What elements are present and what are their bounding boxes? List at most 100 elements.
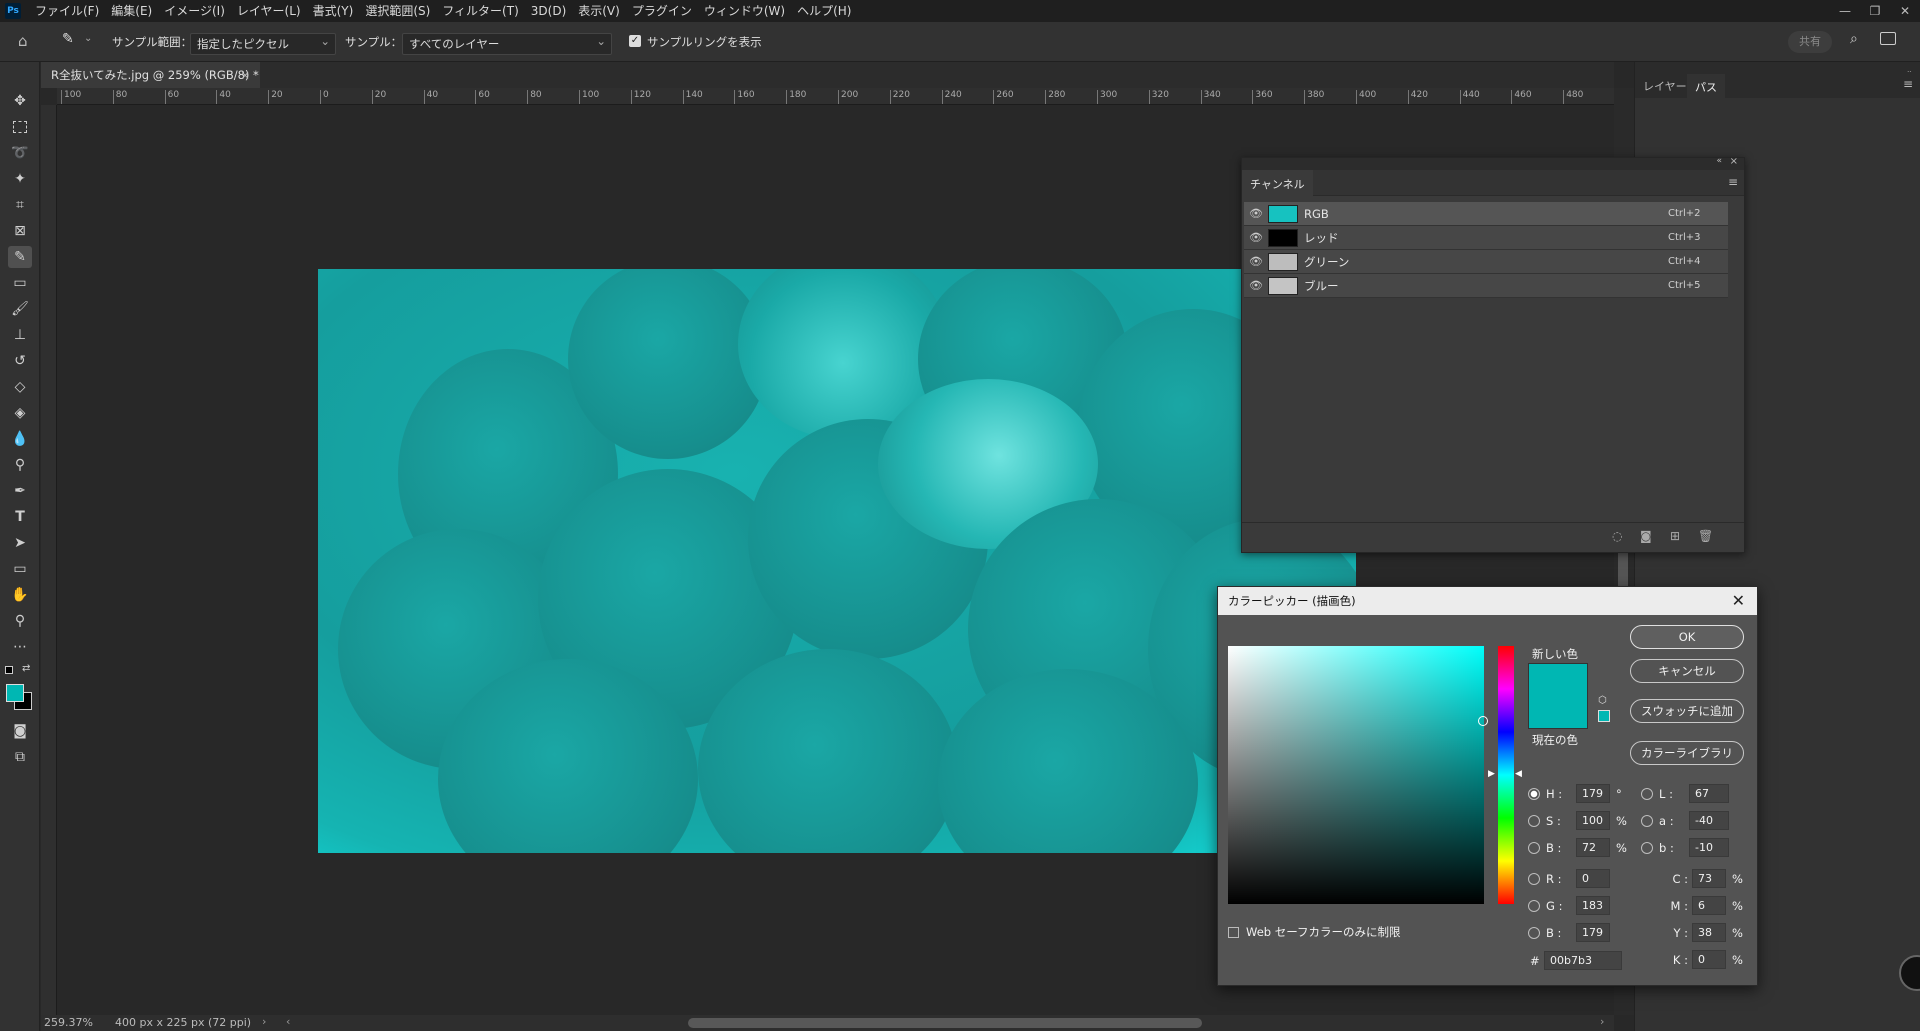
hand-tool-icon[interactable]: ✋ bbox=[8, 584, 32, 606]
radio-l[interactable] bbox=[1641, 787, 1653, 800]
radio-a[interactable] bbox=[1641, 814, 1653, 827]
quick-mask-icon[interactable]: ◙ bbox=[8, 720, 32, 742]
radio-b[interactable] bbox=[1528, 841, 1540, 854]
rectangle-tool-icon[interactable]: ▭ bbox=[8, 558, 32, 580]
saturation-brightness-field[interactable] bbox=[1228, 646, 1488, 904]
frame-tool-icon[interactable]: ⊠ bbox=[8, 220, 32, 242]
menu-window[interactable]: ウィンドウ(W) bbox=[698, 0, 791, 22]
input-k[interactable]: 0 bbox=[1692, 950, 1726, 969]
scroll-right-icon[interactable]: › bbox=[1600, 1015, 1604, 1028]
share-button[interactable]: 共有 bbox=[1788, 31, 1832, 53]
menu-view[interactable]: 表示(V) bbox=[572, 0, 626, 22]
add-to-swatches-button[interactable]: スウォッチに追加 bbox=[1630, 699, 1744, 723]
channel-row-green[interactable]: 👁 グリーン Ctrl+4 bbox=[1244, 250, 1728, 274]
channels-menu-icon[interactable]: ≡ bbox=[1728, 175, 1738, 189]
channel-row-red[interactable]: 👁 レッド Ctrl+3 bbox=[1244, 226, 1728, 250]
scroll-left-icon[interactable]: ‹ bbox=[286, 1015, 290, 1028]
input-hex[interactable]: 00b7b3 bbox=[1544, 951, 1622, 970]
move-tool-icon[interactable]: ✥ bbox=[8, 90, 32, 112]
menu-select[interactable]: 選択範囲(S) bbox=[359, 0, 436, 22]
minimize-icon[interactable]: — bbox=[1830, 0, 1860, 22]
hue-slider-arrow-right-icon[interactable]: ◀ bbox=[1515, 769, 1522, 779]
screen-mode-icon[interactable]: ⧉ bbox=[8, 746, 32, 768]
input-y[interactable]: 38 bbox=[1692, 923, 1726, 942]
delete-channel-icon[interactable]: 🗑 bbox=[1698, 529, 1713, 543]
marquee-tool-icon[interactable] bbox=[8, 116, 32, 138]
menu-help[interactable]: ヘルプ(H) bbox=[791, 0, 857, 22]
new-channel-icon[interactable]: ⊞ bbox=[1670, 529, 1680, 543]
hue-slider[interactable] bbox=[1498, 646, 1514, 904]
menu-type[interactable]: 書式(Y) bbox=[307, 0, 360, 22]
stamp-tool-icon[interactable]: ⊥ bbox=[8, 324, 32, 346]
home-icon[interactable]: ⌂ bbox=[18, 32, 28, 50]
foreground-color-swatch[interactable] bbox=[6, 684, 24, 702]
close-dialog-icon[interactable]: ✕ bbox=[1732, 587, 1745, 615]
close-panel-icon[interactable]: × bbox=[1730, 156, 1738, 167]
crop-tool-icon[interactable]: ⌗ bbox=[8, 194, 32, 216]
document-tab[interactable]: R全抜いてみた.jpg @ 259% (RGB/8) * × bbox=[41, 62, 260, 88]
web-safe-swatch[interactable] bbox=[1598, 710, 1610, 722]
healing-brush-tool-icon[interactable]: ▭ bbox=[8, 272, 32, 294]
tab-layers[interactable]: レイヤー bbox=[1643, 78, 1687, 94]
restore-icon[interactable]: ❐ bbox=[1860, 0, 1890, 22]
channels-panel-titlebar[interactable]: « × bbox=[1242, 156, 1744, 170]
visibility-eye-icon[interactable]: 👁 bbox=[1244, 279, 1268, 292]
collapse-icon[interactable]: « bbox=[1716, 156, 1722, 166]
radio-g[interactable] bbox=[1528, 899, 1540, 912]
visibility-eye-icon[interactable]: 👁 bbox=[1244, 255, 1268, 268]
sample-size-select[interactable]: 指定したピクセル bbox=[190, 31, 336, 55]
channel-row-blue[interactable]: 👁 ブルー Ctrl+5 bbox=[1244, 274, 1728, 298]
radio-s[interactable] bbox=[1528, 814, 1540, 827]
paint-bucket-tool-icon[interactable]: ◈ bbox=[8, 402, 32, 424]
web-safe-checkbox[interactable] bbox=[1228, 926, 1239, 938]
input-g[interactable]: 183 bbox=[1576, 896, 1610, 915]
panel-menu-icon[interactable]: ≡ bbox=[1903, 77, 1913, 91]
menu-file[interactable]: ファイル(F) bbox=[29, 0, 105, 22]
tab-paths[interactable]: パス bbox=[1687, 74, 1725, 98]
input-lab-b[interactable]: -10 bbox=[1689, 838, 1729, 857]
radio-h[interactable] bbox=[1528, 787, 1540, 800]
cancel-button[interactable]: キャンセル bbox=[1630, 659, 1744, 683]
input-s[interactable]: 100 bbox=[1576, 811, 1610, 830]
dialog-title[interactable]: カラーピッカー (描画色) ✕ bbox=[1218, 587, 1757, 615]
input-a[interactable]: -40 bbox=[1689, 811, 1729, 830]
swap-colors-icon[interactable]: ⇄ bbox=[22, 663, 30, 674]
zoom-tool-icon[interactable]: ⚲ bbox=[8, 610, 32, 632]
out-of-gamut-cube-icon[interactable]: ⬡ bbox=[1598, 695, 1607, 706]
color-preview[interactable] bbox=[1528, 663, 1588, 729]
hue-slider-arrow-left-icon[interactable]: ▶ bbox=[1488, 769, 1495, 779]
sample-select[interactable]: すべてのレイヤー bbox=[402, 31, 612, 55]
horizontal-scrollbar-thumb[interactable] bbox=[688, 1018, 1202, 1028]
input-h[interactable]: 179 bbox=[1576, 784, 1610, 803]
load-selection-icon[interactable]: ◌ bbox=[1612, 529, 1622, 543]
menu-plugins[interactable]: プラグイン bbox=[626, 0, 698, 22]
ok-button[interactable]: OK bbox=[1630, 625, 1744, 649]
chevron-down-icon[interactable]: ⌄ bbox=[84, 33, 92, 44]
radio-lab-b[interactable] bbox=[1641, 841, 1653, 854]
document-image[interactable] bbox=[318, 269, 1356, 853]
zoom-level[interactable]: 259.37% bbox=[44, 1016, 93, 1029]
eyedropper-preset-icon[interactable]: ✎ bbox=[62, 31, 74, 47]
input-blue[interactable]: 179 bbox=[1576, 923, 1610, 942]
menu-layer[interactable]: レイヤー(L) bbox=[231, 0, 307, 22]
type-tool-icon[interactable]: T bbox=[8, 506, 32, 528]
input-m[interactable]: 6 bbox=[1692, 896, 1726, 915]
close-tab-icon[interactable]: × bbox=[240, 62, 250, 88]
radio-blue[interactable] bbox=[1528, 926, 1540, 939]
save-selection-icon[interactable]: ◙ bbox=[1640, 529, 1652, 543]
lasso-tool-icon[interactable]: ➰ bbox=[8, 142, 32, 164]
default-colors-icon[interactable] bbox=[5, 666, 13, 674]
close-window-icon[interactable]: ✕ bbox=[1890, 0, 1920, 22]
channel-row-rgb[interactable]: 👁 RGB Ctrl+2 bbox=[1244, 202, 1728, 226]
color-libraries-button[interactable]: カラーライブラリ bbox=[1630, 741, 1744, 765]
dodge-tool-icon[interactable]: ⚲ bbox=[8, 454, 32, 476]
tab-channels[interactable]: チャンネル bbox=[1242, 170, 1313, 196]
input-b[interactable]: 72 bbox=[1576, 838, 1610, 857]
search-icon[interactable]: ⌕ bbox=[1850, 31, 1858, 47]
menu-image[interactable]: イメージ(I) bbox=[158, 0, 231, 22]
menu-filter[interactable]: フィルター(T) bbox=[436, 0, 524, 22]
blur-tool-icon[interactable]: 💧 bbox=[8, 428, 32, 450]
menu-3d[interactable]: 3D(D) bbox=[525, 0, 572, 22]
magic-wand-tool-icon[interactable]: ✦ bbox=[8, 168, 32, 190]
history-brush-tool-icon[interactable]: ↺ bbox=[8, 350, 32, 372]
